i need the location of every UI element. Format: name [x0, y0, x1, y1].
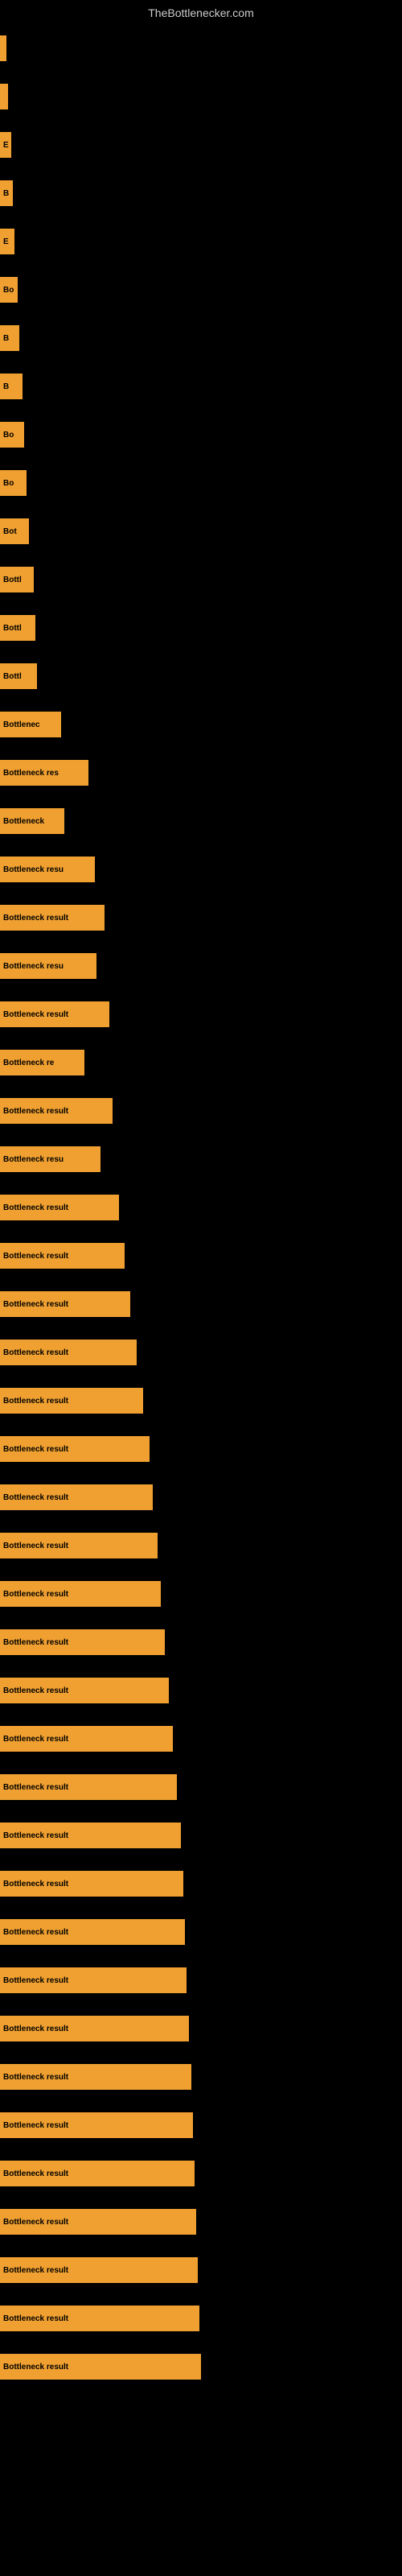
- bar-label: Bottleneck: [3, 817, 44, 826]
- bar-label: Bottleneck result: [3, 1542, 68, 1550]
- bar-row: Bo: [0, 266, 402, 314]
- bar-label: Bottleneck result: [3, 1880, 68, 1889]
- bar-row: [0, 24, 402, 72]
- bar-label: Bottleneck result: [3, 2121, 68, 2130]
- bar-label: Bottleneck result: [3, 1783, 68, 1792]
- bar-row: Bottlenec: [0, 700, 402, 749]
- bar-row: Bottleneck result: [0, 1715, 402, 1763]
- bar-row: E: [0, 121, 402, 169]
- bar-label: E: [3, 141, 9, 150]
- bar-row: Bottleneck resu: [0, 942, 402, 990]
- bar-label: Bottleneck resu: [3, 962, 64, 971]
- bar-row: Bottleneck result: [0, 1618, 402, 1666]
- bar-label: Bottleneck result: [3, 2073, 68, 2082]
- bar-row: Bottleneck result: [0, 990, 402, 1038]
- bar-row: Bottleneck result: [0, 2149, 402, 2198]
- bar-label: Bottleneck result: [3, 1203, 68, 1212]
- bar-row: Bottleneck result: [0, 1280, 402, 1328]
- bar-row: Bottleneck result: [0, 2246, 402, 2294]
- bar-row: Bottleneck result: [0, 1763, 402, 1811]
- bar-label: Bottleneck result: [3, 2266, 68, 2275]
- bars-container: E B E Bo B B Bo Bo Bot Bottl Bottl Bottl Bottlenec Bo…: [0, 24, 402, 2391]
- bar-row: B: [0, 362, 402, 411]
- bar-row: B: [0, 314, 402, 362]
- bar-label: Bottleneck result: [3, 1928, 68, 1937]
- bar-label: Bottleneck resu: [3, 1155, 64, 1164]
- bar-row: Bottleneck result: [0, 1183, 402, 1232]
- bar-row: Bottleneck result: [0, 1908, 402, 1956]
- bar-row: Bottleneck result: [0, 1328, 402, 1377]
- bar-row: Bottleneck re: [0, 1038, 402, 1087]
- bar-row: Bottl: [0, 555, 402, 604]
- bar-label: Bo: [3, 431, 14, 440]
- bar-row: Bottleneck result: [0, 1860, 402, 1908]
- bar-row: Bottl: [0, 604, 402, 652]
- bar-label: Bo: [3, 286, 14, 295]
- bar-label: Bottleneck result: [3, 1397, 68, 1406]
- bar-label: Bottleneck result: [3, 1252, 68, 1261]
- bar-label: Bottl: [3, 576, 22, 584]
- bar-row: Bottl: [0, 652, 402, 700]
- bar-row: Bottleneck: [0, 797, 402, 845]
- bar-label: B: [3, 382, 9, 391]
- bar-label: B: [3, 334, 9, 343]
- bar-label: Bottleneck re: [3, 1059, 54, 1067]
- bar-row: Bottleneck res: [0, 749, 402, 797]
- site-title: TheBottlenecker.com: [0, 0, 402, 26]
- bar-label: Bottleneck result: [3, 1107, 68, 1116]
- bar-label: Bottl: [3, 624, 22, 633]
- bar-row: Bottleneck result: [0, 1521, 402, 1570]
- bar-label: Bottlenec: [3, 720, 40, 729]
- bar-row: Bo: [0, 459, 402, 507]
- bar-row: Bottleneck resu: [0, 845, 402, 894]
- bar-row: Bottleneck result: [0, 894, 402, 942]
- bar-row: B: [0, 169, 402, 217]
- bar-row: Bottleneck resu: [0, 1135, 402, 1183]
- bar-label: Bottleneck result: [3, 1686, 68, 1695]
- bar-row: Bottleneck result: [0, 2053, 402, 2101]
- bar-label: Bottleneck result: [3, 2169, 68, 2178]
- bar-row: Bottleneck result: [0, 1811, 402, 1860]
- bar-row: Bot: [0, 507, 402, 555]
- bar-label: Bottleneck result: [3, 1010, 68, 1019]
- bar-label: Bottleneck result: [3, 1348, 68, 1357]
- bar-label: Bottleneck result: [3, 1590, 68, 1599]
- bar-row: Bottleneck result: [0, 2198, 402, 2246]
- bar-row: Bottleneck result: [0, 2343, 402, 2391]
- bar-row: Bottleneck result: [0, 1956, 402, 2004]
- bar-row: Bottleneck result: [0, 1570, 402, 1618]
- bar-row: Bottleneck result: [0, 1473, 402, 1521]
- bar-label: Bottleneck result: [3, 1976, 68, 1985]
- bar-label: Bottleneck result: [3, 1831, 68, 1840]
- bar-row: Bottleneck result: [0, 1087, 402, 1135]
- bar-row: Bo: [0, 411, 402, 459]
- bar-label: Bottleneck result: [3, 1735, 68, 1744]
- bar-label: Bottleneck res: [3, 769, 59, 778]
- bar-label: B: [3, 189, 9, 198]
- bar-label: Bottleneck result: [3, 1300, 68, 1309]
- bar-label: Bottl: [3, 672, 22, 681]
- bar-label: Bottleneck result: [3, 2218, 68, 2227]
- bar-row: E: [0, 217, 402, 266]
- bar-row: Bottleneck result: [0, 2004, 402, 2053]
- bar-label: E: [3, 237, 9, 246]
- bar-label: Bottleneck result: [3, 1493, 68, 1502]
- bar-label: Bottleneck result: [3, 2363, 68, 2372]
- bar-label: Bo: [3, 479, 14, 488]
- bar-label: Bottleneck resu: [3, 865, 64, 874]
- bar-row: Bottleneck result: [0, 1425, 402, 1473]
- bar-row: Bottleneck result: [0, 2101, 402, 2149]
- bar-label: Bottleneck result: [3, 914, 68, 923]
- bar-label: Bottleneck result: [3, 2314, 68, 2323]
- bar-row: Bottleneck result: [0, 1666, 402, 1715]
- bar-label: Bottleneck result: [3, 1445, 68, 1454]
- bar-label: Bottleneck result: [3, 1638, 68, 1647]
- bar-row: Bottleneck result: [0, 1232, 402, 1280]
- bar-label: Bottleneck result: [3, 2025, 68, 2033]
- bar-label: Bot: [3, 527, 17, 536]
- bar-row: [0, 72, 402, 121]
- bar-row: Bottleneck result: [0, 2294, 402, 2343]
- bar-row: Bottleneck result: [0, 1377, 402, 1425]
